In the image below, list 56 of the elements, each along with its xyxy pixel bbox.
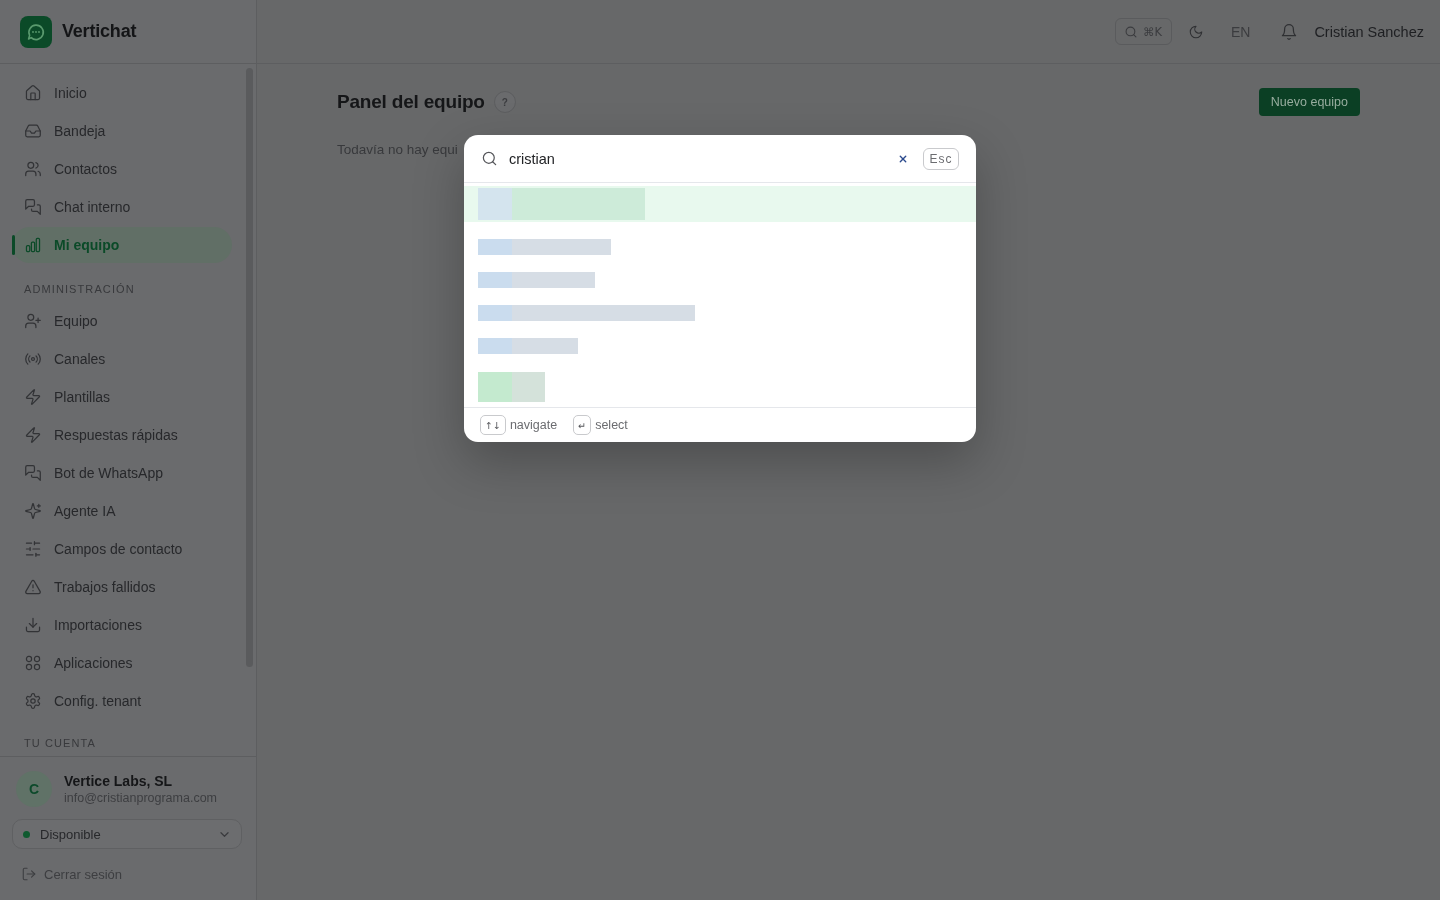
- moon-icon[interactable]: [1188, 24, 1203, 39]
- download-icon: [25, 617, 41, 633]
- app-name: Vertichat: [62, 21, 137, 42]
- redacted-text-bar: [512, 337, 578, 354]
- grid-icon: [25, 655, 41, 671]
- bar-chart-icon: [25, 237, 41, 253]
- close-icon[interactable]: [898, 153, 908, 164]
- search-icon: [482, 151, 497, 166]
- keyboard-key: ↑↓: [480, 415, 506, 435]
- page-title: Panel del equipo: [337, 91, 485, 113]
- new-team-button[interactable]: Nuevo equipo: [1258, 88, 1360, 116]
- logout-icon: [22, 867, 36, 881]
- bell-icon[interactable]: [1281, 23, 1298, 40]
- nav-item[interactable]: Importaciones: [12, 607, 232, 643]
- users-icon: [25, 161, 41, 177]
- nav-item[interactable]: Inicio: [12, 75, 232, 111]
- sliders-icon: [25, 541, 41, 557]
- logo-icon: [20, 15, 52, 48]
- nav-item[interactable]: Contactos: [12, 151, 232, 187]
- hint-label: select: [595, 418, 628, 432]
- nav-item[interactable]: Agente IA: [12, 493, 232, 529]
- user-plus-icon: [25, 313, 41, 329]
- lightning-icon: [25, 427, 41, 443]
- redacted-text-bar: [512, 372, 545, 402]
- nav-item[interactable]: Mi equipo: [12, 227, 232, 263]
- chat-bubbles-icon: [25, 199, 41, 215]
- status-dropdown[interactable]: Disponible: [12, 819, 242, 849]
- broadcast-icon: [25, 351, 41, 367]
- nav-item[interactable]: Campos de contacto: [12, 531, 232, 567]
- hint-label: navigate: [509, 418, 558, 432]
- search-icon: [1124, 25, 1137, 38]
- nav-item[interactable]: Bot de WhatsApp: [12, 455, 232, 491]
- nav-item[interactable]: Canales: [12, 341, 232, 377]
- search-input[interactable]: cristian: [509, 147, 898, 170]
- avatar-initial: C: [16, 771, 52, 807]
- nav-item[interactable]: Config. tenant: [12, 683, 232, 719]
- house-icon: [25, 85, 41, 101]
- escape-key: Esc: [923, 147, 959, 170]
- nav-item[interactable]: Equipo: [12, 303, 232, 339]
- nav-item[interactable]: Aplicaciones: [12, 645, 232, 681]
- search-result[interactable]: [464, 186, 976, 222]
- nav-item[interactable]: Chat interno: [12, 189, 232, 225]
- inbox-icon: [25, 123, 41, 139]
- account-name: Vertice Labs, SL: [64, 772, 174, 790]
- nav-item[interactable]: Trabajos fallidos: [12, 569, 232, 605]
- chat-bubbles-icon: [25, 465, 41, 481]
- nav-item[interactable]: Plantillas: [12, 379, 232, 415]
- nav-item[interactable]: Bandeja: [12, 113, 232, 149]
- lightning-icon: [25, 389, 41, 405]
- user-menu[interactable]: Cristian Sanchez: [1314, 23, 1424, 40]
- keyboard-key: ↵: [573, 415, 592, 435]
- sparkles-icon: [25, 503, 41, 519]
- nav-item[interactable]: Respuestas rápidas: [12, 417, 232, 453]
- settings-icon: [25, 693, 41, 709]
- warning-icon: [25, 579, 41, 595]
- help-button[interactable]: ?: [493, 91, 516, 113]
